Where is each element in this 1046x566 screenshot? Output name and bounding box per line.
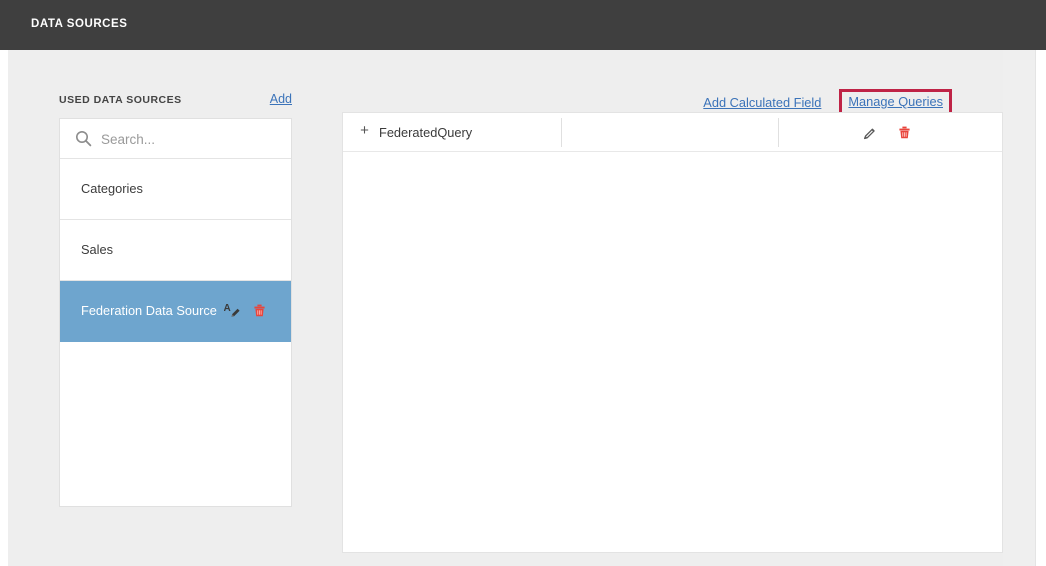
right-edge-strip	[1035, 50, 1046, 566]
delete-icon[interactable]	[251, 302, 269, 320]
column-divider	[561, 118, 562, 147]
app-header: DATA SOURCES	[0, 0, 1046, 50]
query-name: FederatedQuery	[379, 125, 473, 140]
svg-text:A: A	[224, 303, 231, 314]
add-data-source-link[interactable]: Add	[270, 92, 292, 106]
column-divider	[778, 118, 779, 147]
content-action-links: Add Calculated Field Manage Queries	[703, 89, 952, 115]
used-data-sources-header: USED DATA SOURCES Add	[59, 92, 292, 112]
content-canvas: USED DATA SOURCES Add Categorie	[8, 50, 1003, 566]
delete-icon[interactable]	[896, 124, 914, 142]
page-body: USED DATA SOURCES Add Categorie	[0, 50, 1046, 566]
add-calculated-field-link[interactable]: Add Calculated Field	[703, 95, 821, 110]
used-data-sources-caption: USED DATA SOURCES	[59, 94, 182, 106]
query-row-actions	[861, 124, 914, 142]
sidebar-item-label: Sales	[81, 242, 114, 257]
search-input[interactable]	[99, 119, 283, 160]
search-row	[60, 119, 291, 160]
right-gutter	[1003, 50, 1035, 566]
edit-icon[interactable]	[861, 124, 879, 142]
sidebar-item-federation-data-source[interactable]: Federation Data Source A	[60, 281, 291, 342]
query-panel: + FederatedQuery	[342, 112, 1003, 553]
page-title: DATA SOURCES	[31, 18, 128, 30]
used-data-sources-section: USED DATA SOURCES Add Categorie	[59, 92, 292, 507]
expand-plus-icon[interactable]: +	[358, 123, 371, 138]
manage-queries-link[interactable]: Manage Queries	[848, 94, 943, 109]
table-row[interactable]: + FederatedQuery	[343, 113, 1002, 152]
sidebar-item-categories[interactable]: Categories	[60, 159, 291, 220]
search-icon	[75, 130, 92, 147]
data-sources-panel: Categories Sales Federation Data Source …	[59, 118, 292, 507]
sidebar-item-label: Categories	[81, 181, 143, 196]
sidebar-item-actions: A	[224, 302, 269, 320]
rename-icon[interactable]: A	[224, 302, 242, 320]
sidebar-item-label: Federation Data Source	[81, 303, 217, 318]
sidebar-item-sales[interactable]: Sales	[60, 220, 291, 281]
